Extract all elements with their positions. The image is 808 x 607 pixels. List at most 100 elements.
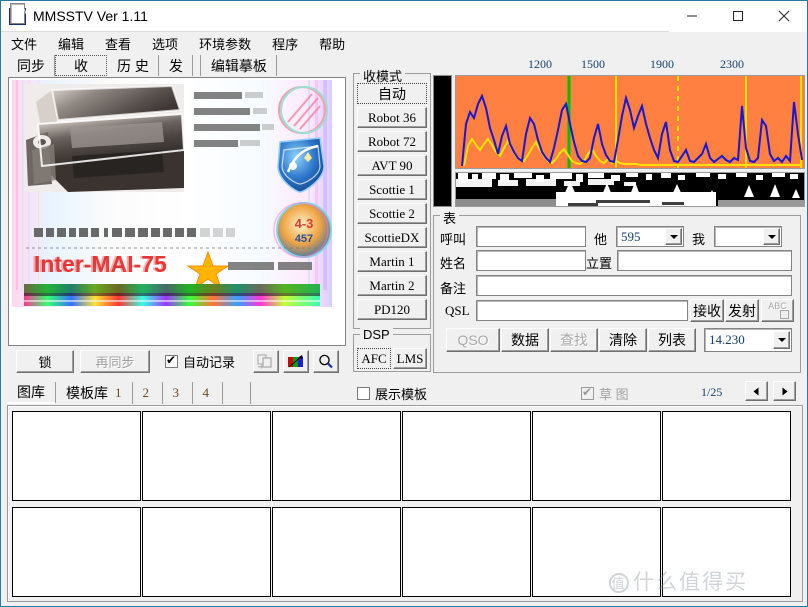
- call-input[interactable]: [476, 226, 586, 247]
- mode-button-scottie1[interactable]: Scottie 1: [357, 179, 427, 200]
- qso-button[interactable]: QSO: [446, 328, 500, 352]
- frequency-combo[interactable]: 14.230: [704, 328, 792, 352]
- tab-template-number-1: 1: [115, 385, 122, 400]
- level-meter: [433, 75, 452, 207]
- menu-item-file[interactable]: 文件: [11, 34, 37, 53]
- menu-item-edit[interactable]: 编辑: [58, 34, 84, 53]
- copy-icon-button[interactable]: [253, 350, 280, 373]
- gallery-cell[interactable]: [142, 507, 271, 597]
- title-bar: SSTV MMSSTV Ver 1.11: [1, 0, 807, 32]
- tab-image-library-label: 图库: [17, 384, 45, 400]
- color-adjust-button[interactable]: [283, 350, 310, 373]
- tab-template-library-4[interactable]: 4: [192, 382, 223, 404]
- close-icon[interactable]: [761, 0, 807, 32]
- mode-button-pd120[interactable]: PD120: [357, 299, 427, 320]
- gallery-prev-button[interactable]: [745, 381, 768, 401]
- find-button[interactable]: 查找: [550, 328, 598, 352]
- tab-template-library-3[interactable]: 3: [162, 382, 193, 404]
- name-label: 姓名: [440, 256, 467, 271]
- qsl-input[interactable]: [476, 300, 688, 321]
- mode-button-martin2[interactable]: Martin 2: [357, 275, 427, 296]
- qth-label: 立置: [586, 256, 613, 271]
- svg-text:4-3: 4-3: [295, 216, 314, 231]
- gallery-cell[interactable]: [662, 411, 791, 501]
- name-input[interactable]: [476, 250, 586, 271]
- lock-button[interactable]: 锁: [16, 350, 74, 373]
- tab-sync[interactable]: 同步: [7, 55, 55, 76]
- note-label: 备注: [440, 281, 467, 296]
- show-template-checkbox[interactable]: 展示模板: [357, 384, 427, 403]
- gallery-next-button[interactable]: [773, 381, 796, 401]
- menu-item-help[interactable]: 帮助: [319, 34, 345, 53]
- chevron-down-icon[interactable]: [665, 228, 682, 245]
- gallery-cell[interactable]: [142, 411, 271, 501]
- mode-button-auto[interactable]: 自动: [357, 83, 427, 104]
- tab-transmit[interactable]: 发: [158, 55, 193, 76]
- tab-receive[interactable]: 收: [55, 55, 107, 76]
- mode-button-avt90[interactable]: AVT 90: [357, 155, 427, 176]
- gallery-row: [12, 507, 798, 598]
- gallery-page-indicator: 1/25: [701, 385, 723, 399]
- gallery-cell[interactable]: [12, 507, 141, 597]
- dsp-legend: DSP: [360, 327, 393, 342]
- menu-item-program[interactable]: 程序: [272, 34, 298, 53]
- tab-template-library-1[interactable]: 模板库 1: [56, 382, 133, 404]
- resync-button[interactable]: 再同步: [80, 350, 150, 373]
- menu-item-view[interactable]: 查看: [105, 34, 131, 53]
- zoom-button[interactable]: [313, 350, 340, 373]
- frequency-value: 14.230: [709, 332, 745, 347]
- tab-spacer: [192, 55, 201, 76]
- waterfall-display[interactable]: [455, 172, 805, 207]
- color-adjust-icon: [288, 355, 304, 368]
- thumbnail-gallery[interactable]: [7, 405, 803, 602]
- gallery-cell[interactable]: [402, 411, 531, 501]
- rx-image-panel[interactable]: 4-3 457 Inter-MAI-75 Inter-MAI-75: [8, 77, 346, 346]
- tab-strip-filler: [222, 382, 251, 404]
- menu-bar: 文件 编辑 查看 选项 环境参数 程序 帮助: [1, 32, 807, 54]
- window-controls: [669, 0, 807, 32]
- tab-history[interactable]: 历 史: [107, 55, 159, 76]
- show-template-checkbox-box: [357, 387, 370, 400]
- mode-button-martin1[interactable]: Martin 1: [357, 251, 427, 272]
- menu-item-environment[interactable]: 环境参数: [199, 34, 251, 53]
- mode-button-robot72[interactable]: Robot 72: [357, 131, 427, 152]
- spectrum-display[interactable]: [455, 75, 805, 169]
- tab-image-library[interactable]: 图库: [7, 382, 56, 404]
- lms-button[interactable]: LMS: [393, 348, 427, 369]
- tab-template-library-2[interactable]: 2: [132, 382, 163, 404]
- abc-swatch-icon: [780, 310, 789, 319]
- draft-checkbox[interactable]: 草 图: [581, 384, 629, 403]
- mode-button-robot36[interactable]: Robot 36: [357, 107, 427, 128]
- afc-button[interactable]: AFC: [357, 348, 391, 369]
- receive-button[interactable]: 接收: [690, 299, 724, 322]
- transmit-button[interactable]: 发射: [725, 299, 759, 322]
- gallery-row: [12, 411, 798, 502]
- chevron-down-icon[interactable]: [763, 228, 780, 245]
- chevron-down-icon[interactable]: [773, 331, 790, 349]
- gallery-cell[interactable]: [662, 507, 791, 597]
- his-rst-combo[interactable]: 595: [616, 226, 684, 247]
- clear-button[interactable]: 清除: [599, 328, 647, 352]
- mode-button-scottiedx[interactable]: ScottieDX: [357, 227, 427, 248]
- qth-input[interactable]: [617, 250, 792, 271]
- gallery-cell[interactable]: [12, 411, 141, 501]
- gallery-cell[interactable]: [272, 507, 401, 597]
- show-template-label: 展示模板: [375, 387, 428, 402]
- mode-button-scottie2[interactable]: Scottie 2: [357, 203, 427, 224]
- auto-log-checkbox[interactable]: 自动记录: [165, 352, 235, 371]
- app-window: SSTV MMSSTV Ver 1.11 文件 编辑 查看 选项 环境参数 程序…: [0, 0, 808, 607]
- abc-button[interactable]: ABC: [761, 299, 794, 322]
- minimize-icon[interactable]: [669, 0, 715, 32]
- my-rst-combo[interactable]: [714, 226, 782, 247]
- tab-edit-template[interactable]: 编辑摹板: [200, 55, 277, 76]
- gallery-cell[interactable]: [272, 411, 401, 501]
- auto-log-label: 自动记录: [183, 355, 236, 370]
- gallery-cell[interactable]: [532, 411, 661, 501]
- maximize-icon[interactable]: [715, 0, 761, 32]
- list-button[interactable]: 列表: [648, 328, 696, 352]
- menu-item-options[interactable]: 选项: [152, 34, 178, 53]
- gallery-cell[interactable]: [532, 507, 661, 597]
- data-button[interactable]: 数据: [501, 328, 549, 352]
- gallery-cell[interactable]: [402, 507, 531, 597]
- note-input[interactable]: [476, 275, 792, 296]
